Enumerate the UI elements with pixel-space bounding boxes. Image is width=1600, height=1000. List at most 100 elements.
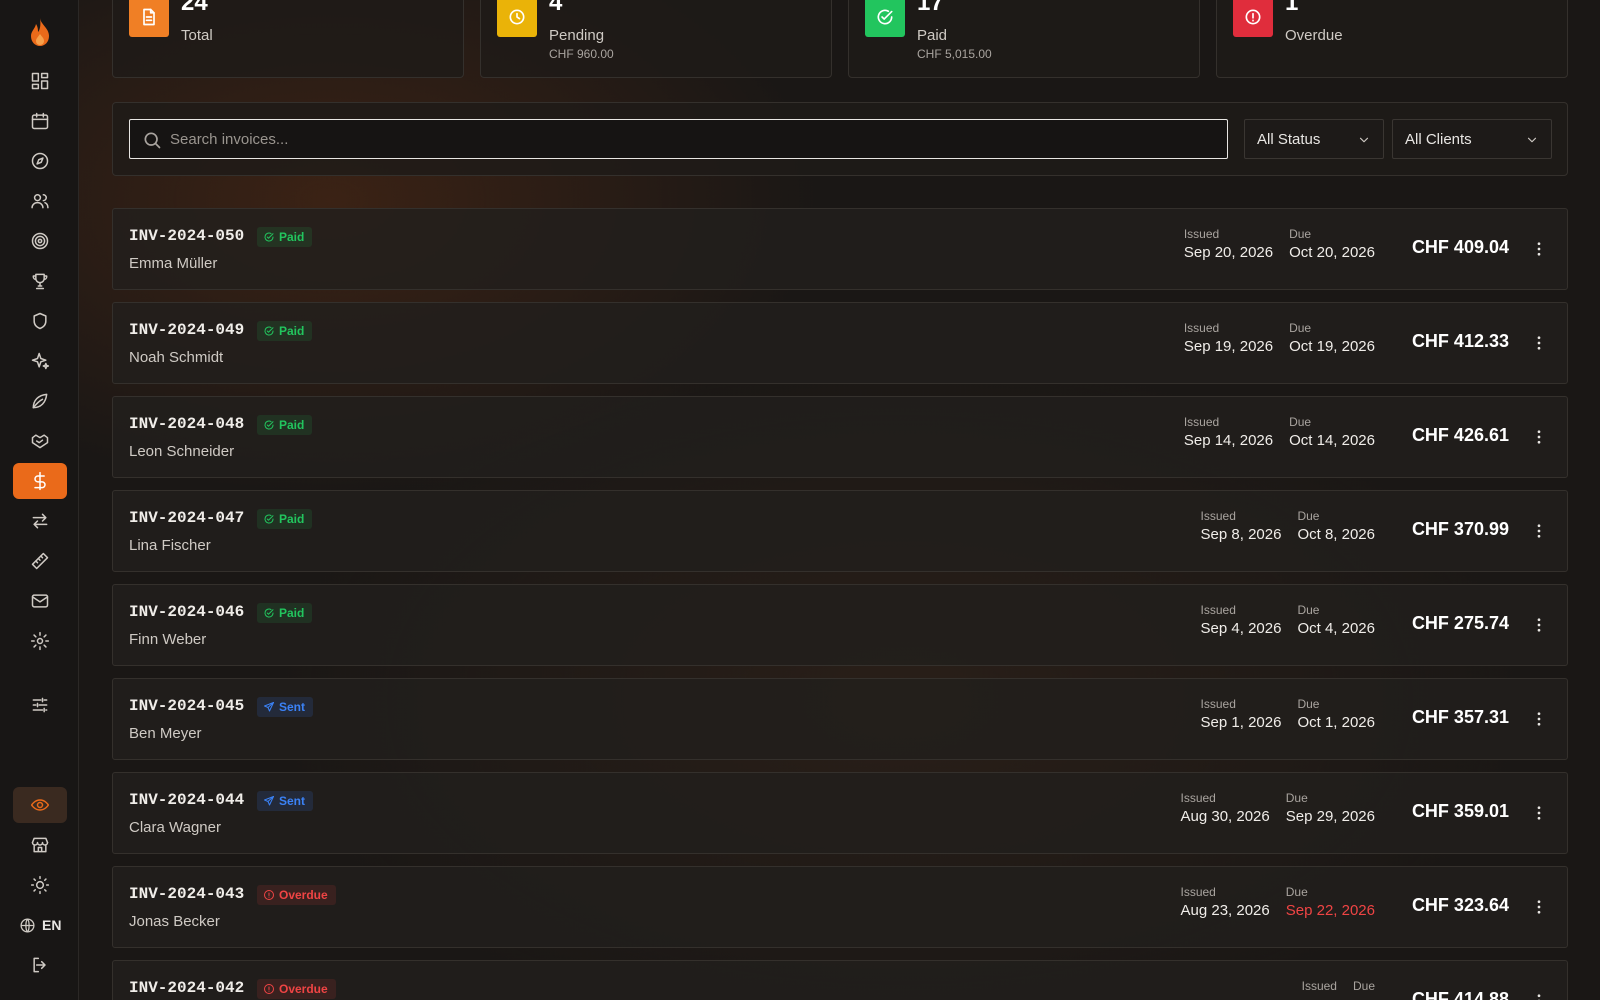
status-badge: Sent [257,697,314,717]
dashboard-icon [31,72,49,90]
invoice-amount: CHF 426.61 [1411,425,1509,445]
invoice-row[interactable]: INV-2024-046 Paid Finn Weber Issued Sep 4, 2… [112,584,1568,666]
due-label: Due [1285,791,1308,805]
sidebar-item-dashboard[interactable] [13,63,67,99]
sidebar-item-achievements[interactable] [13,263,67,299]
sidebar-item-partners[interactable] [13,423,67,459]
sidebar-item-users[interactable] [13,183,67,219]
row-menu-button[interactable] [1527,801,1551,825]
sidebar-item-goals[interactable] [13,223,67,259]
issued-label: Issued [1183,415,1220,429]
issued-date-block: Issued Sep 4, 2026 [1201,603,1282,637]
invoice-amount: CHF 412.33 [1411,331,1509,351]
sidebar-item-compass[interactable] [13,143,67,179]
sidebar-item-measurements[interactable] [13,543,67,579]
invoice-row[interactable]: INV-2024-050 Paid Emma Müller Issued Sep 20,… [112,208,1568,290]
row-menu-button[interactable] [1527,613,1551,637]
status-filter-select[interactable]: All Status [1244,119,1384,159]
client-filter-select[interactable]: All Clients [1392,119,1552,159]
sidebar-item-preview[interactable] [13,787,67,823]
issued-date: Sep 1, 2026 [1200,714,1282,731]
sidebar-item-transfers[interactable] [13,503,67,539]
target-icon [31,232,49,250]
issued-date-block: Issued Sep 8, 2026 [1201,509,1282,543]
status-filter-value: All Status [1257,130,1321,148]
status-badge-label: Overdue [279,888,328,902]
check-circle-icon [264,232,274,242]
invoice-number: INV-2024-044 [129,791,245,809]
invoice-row[interactable]: INV-2024-049 Paid Noah Schmidt Issued Sep 19… [112,302,1568,384]
alert-circle-icon [264,984,274,994]
invoice-amount: CHF 409.04 [1411,237,1509,257]
theme-toggle[interactable] [13,867,67,903]
sidebar-item-store[interactable] [13,827,67,863]
invoice-number: INV-2024-043 [129,885,245,903]
due-label: Due [1289,321,1312,335]
sidebar-item-security[interactable] [13,303,67,339]
issued-label: Issued [1183,227,1220,241]
sidebar-item-preferences[interactable] [13,687,67,723]
more-vertical-icon [1537,430,1541,444]
invoice-row[interactable]: INV-2024-045 Sent Ben Meyer Issued Sep 1, 20… [112,678,1568,760]
sidebar-item-ai[interactable] [13,343,67,379]
send-icon [264,796,274,806]
calendar-icon [31,112,49,130]
due-label: Due [1297,509,1320,523]
due-date-block: Due Oct 8, 2026 [1297,509,1375,543]
invoice-row[interactable]: INV-2024-043 Overdue Jonas Becker Issued Aug… [112,866,1568,948]
due-label: Due [1289,415,1312,429]
invoice-amount: CHF 359.01 [1411,801,1509,821]
sidebar-item-settings[interactable] [13,623,67,659]
issued-label: Issued [1200,603,1236,617]
handshake-icon [31,434,49,449]
sidebar-item-invoices[interactable] [13,463,67,499]
issued-date-block: Issued [1302,979,1337,996]
chevron-down-icon [1359,137,1369,143]
row-menu-button[interactable] [1527,237,1551,261]
logout-icon [33,957,46,973]
status-badge-label: Paid [279,606,305,620]
invoice-summary: Issued Sep 20, 2026 Due Oct 20, 2026 CHF 409… [1184,227,1551,271]
row-menu-button[interactable] [1527,519,1551,543]
invoice-amount: CHF 414.88 [1411,989,1509,1000]
invoice-summary: Issued Sep 14, 2026 Due Oct 14, 2026 CHF 426… [1184,415,1551,459]
row-menu-button[interactable] [1527,989,1551,1000]
due-date: Sep 29, 2026 [1285,808,1375,825]
sidebar-item-messages[interactable] [13,583,67,619]
issued-date: Sep 19, 2026 [1183,338,1274,355]
stat-value-overdue: 1 [1285,0,1299,16]
due-date: Oct 1, 2026 [1297,714,1375,731]
due-label: Due [1297,697,1320,711]
status-badge-label: Paid [279,230,305,244]
flame-logo-icon[interactable] [24,16,56,48]
mail-icon [31,594,49,608]
stat-card-total: 24 Total [112,0,464,78]
stat-icon-overdue [1233,0,1273,37]
search-icon [144,132,161,149]
invoice-number: INV-2024-050 [129,227,245,245]
sidebar-item-nutrition[interactable] [13,383,67,419]
row-menu-button[interactable] [1527,425,1551,449]
invoice-row[interactable]: INV-2024-042 Overdue Issued Due CHF 414.88 [112,960,1568,1000]
row-menu-button[interactable] [1527,707,1551,731]
issued-date: Aug 30, 2026 [1180,808,1270,825]
search-box [129,119,1228,159]
invoice-row[interactable]: INV-2024-047 Paid Lina Fischer Issued Sep 8,… [112,490,1568,572]
client-name: Noah Schmidt [129,349,224,366]
issued-date: Sep 20, 2026 [1183,244,1274,261]
due-label: Due [1297,603,1320,617]
language-switcher[interactable]: EN [17,907,67,943]
issued-label: Issued [1180,791,1216,805]
status-badge-label: Paid [279,324,305,338]
issued-label: Issued [1200,697,1236,711]
sun-icon [30,875,50,895]
invoice-summary: Issued Aug 30, 2026 Due Sep 29, 2026 CHF 359… [1181,791,1552,835]
stat-card-overdue: 1 Overdue [1216,0,1568,78]
sidebar-item-calendar[interactable] [13,103,67,139]
invoice-row[interactable]: INV-2024-044 Sent Clara Wagner Issued Aug 30… [112,772,1568,854]
invoice-row[interactable]: INV-2024-048 Paid Leon Schneider Issued Sep … [112,396,1568,478]
logout-button[interactable] [13,947,67,983]
search-input[interactable] [170,120,1210,158]
row-menu-button[interactable] [1527,895,1551,919]
row-menu-button[interactable] [1527,331,1551,355]
